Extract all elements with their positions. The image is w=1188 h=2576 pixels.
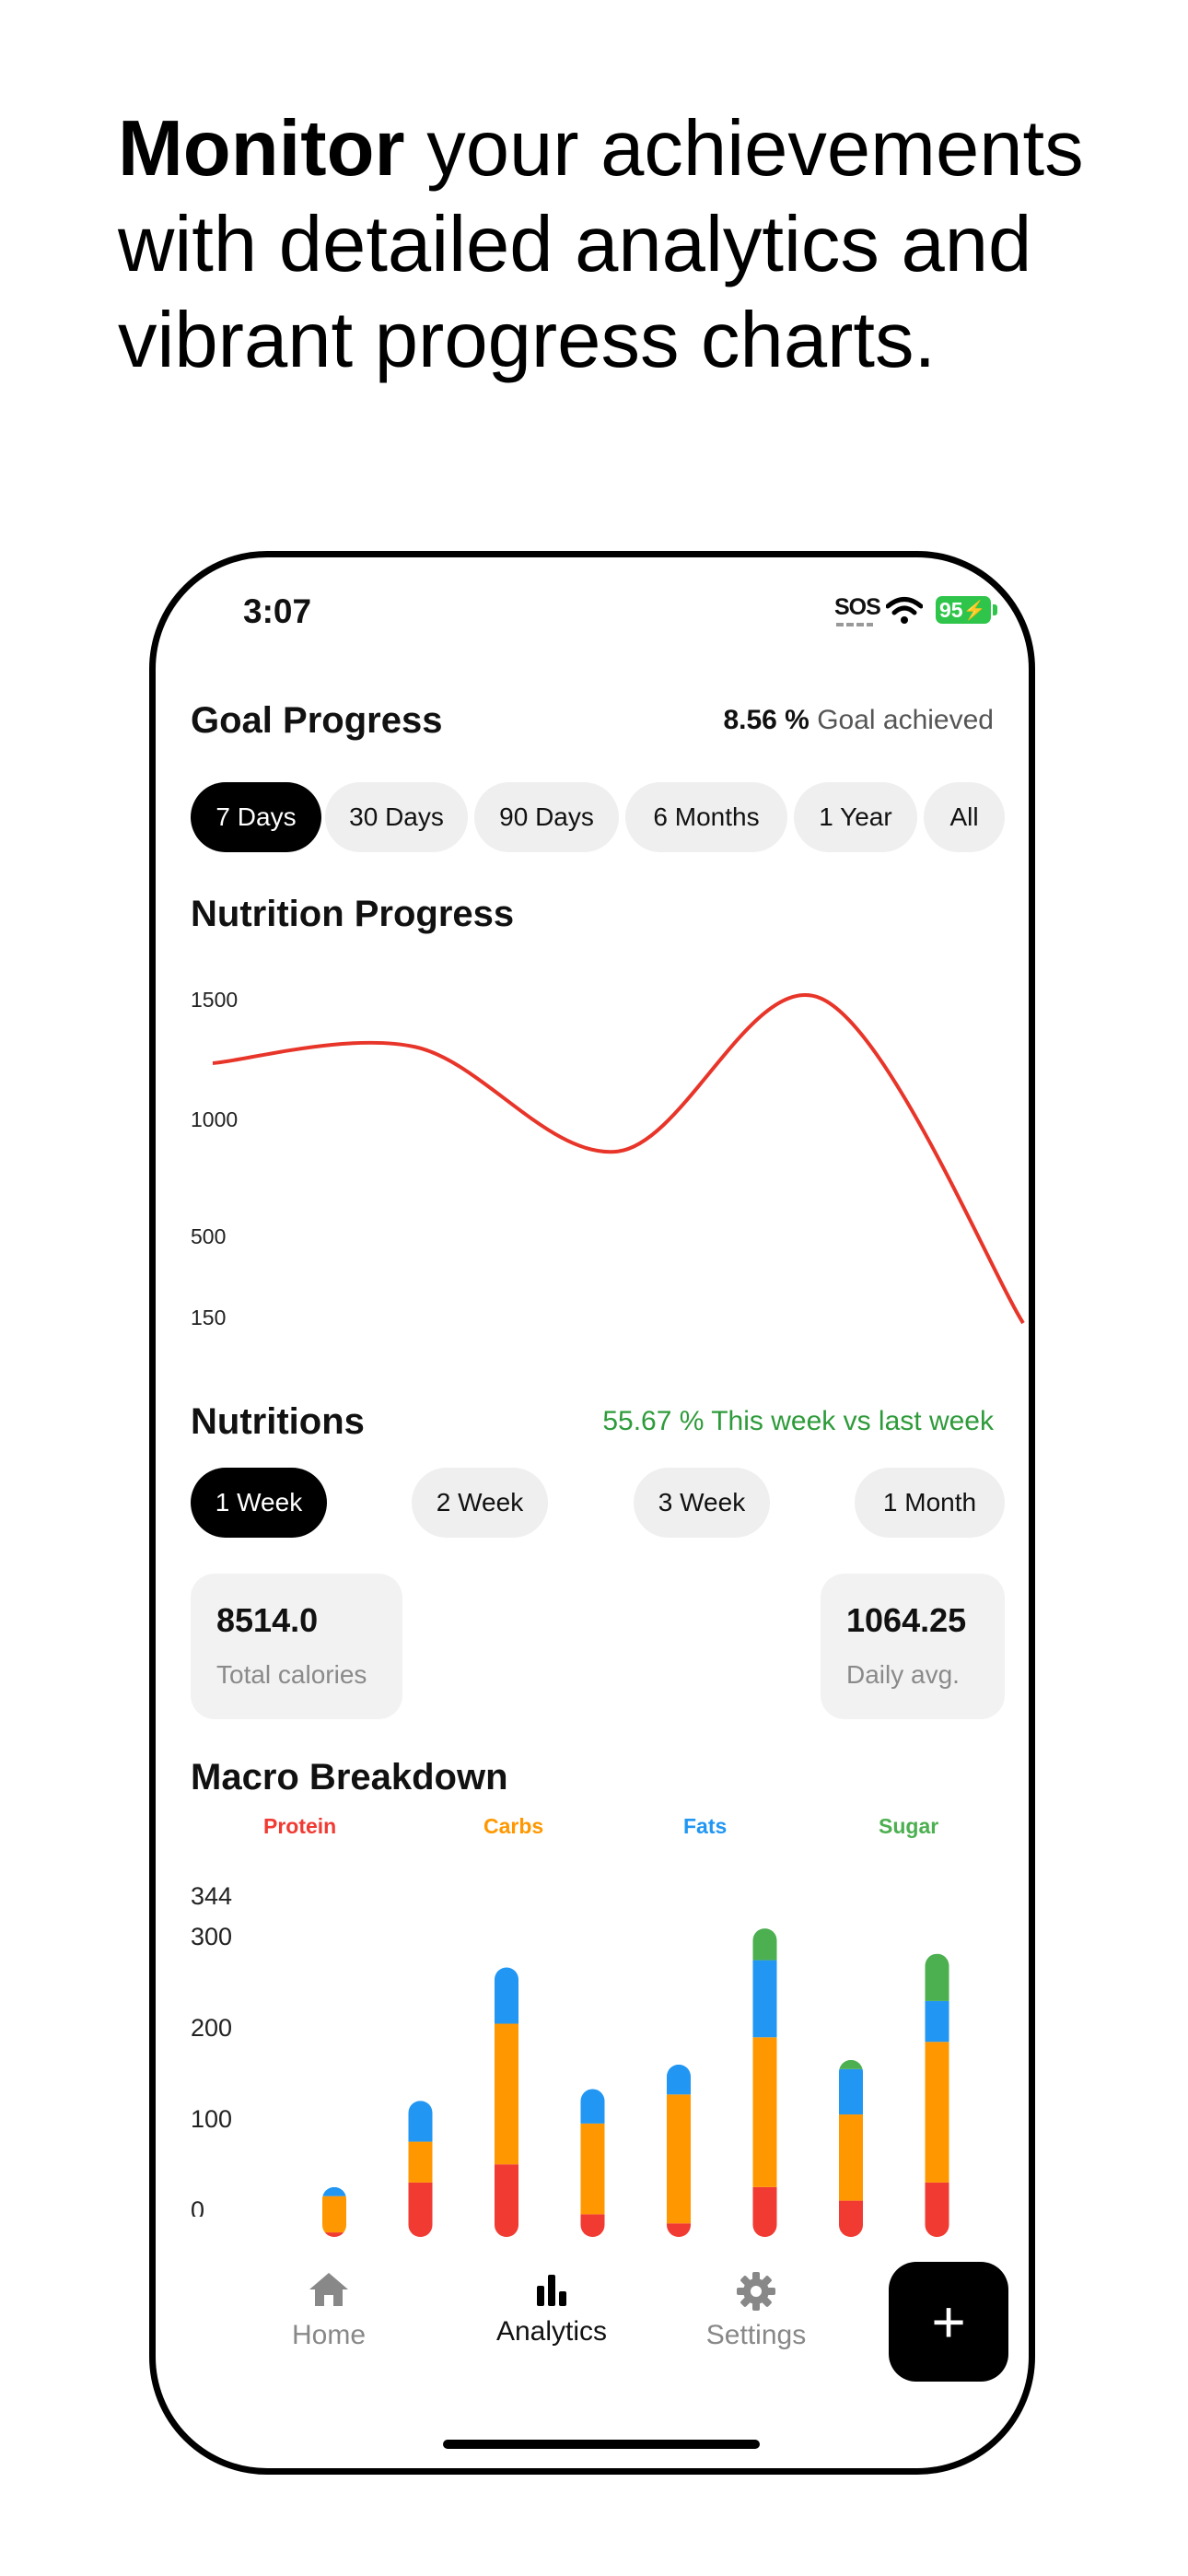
- macro-segment-protein: [408, 2182, 433, 2237]
- macro-segment-fats: [495, 1967, 518, 2024]
- macro-bar-8: [925, 1953, 949, 2237]
- gear-icon: [737, 2272, 775, 2311]
- macro-segment-protein: [580, 2214, 605, 2237]
- home-indicator: [443, 2440, 760, 2449]
- macro-segment-fats: [580, 2089, 605, 2124]
- plus-icon: +: [931, 2289, 966, 2355]
- macro-segment-carbs: [408, 2141, 433, 2183]
- phone-frame: 3:07 SOS 95 ⚡ Goal Progress 8.56 % Goal a…: [149, 551, 1035, 2475]
- macro-bar-2: [408, 2101, 433, 2237]
- macro-segment-fats: [322, 2186, 346, 2196]
- macro-segment-carbs: [752, 2037, 777, 2187]
- tab-settings[interactable]: Settings: [692, 2271, 821, 2351]
- macro-segment-fats: [839, 2068, 863, 2115]
- macro-segment-fats: [752, 1960, 777, 2038]
- macro-segment-sugar: [925, 1953, 949, 2001]
- bar-chart-icon: [537, 2275, 566, 2306]
- macro-segment-protein: [925, 2182, 949, 2237]
- macro-segment-protein: [752, 2186, 777, 2237]
- macro-segment-protein: [667, 2223, 691, 2237]
- macro-bar-6: [752, 1928, 777, 2237]
- macro-segment-protein: [495, 2164, 518, 2237]
- macro-segment-carbs: [322, 2195, 346, 2233]
- macro-segment-protein: [322, 2232, 346, 2237]
- tab-analytics-label: Analytics: [495, 2316, 608, 2347]
- macro-segment-sugar: [839, 2059, 863, 2069]
- macro-bar-3: [495, 1967, 518, 2237]
- home-icon: [309, 2273, 348, 2306]
- macro-bar-4: [580, 2089, 605, 2237]
- macro-bar-1: [322, 2186, 346, 2237]
- tab-home-label: Home: [291, 2320, 367, 2350]
- macro-bar-5: [667, 2064, 691, 2237]
- macro-segment-carbs: [580, 2123, 605, 2215]
- tab-analytics[interactable]: Analytics: [471, 2271, 633, 2348]
- tab-home[interactable]: Home: [281, 2271, 377, 2351]
- macro-bar-7: [839, 2059, 863, 2237]
- tab-settings-label: Settings: [705, 2320, 807, 2350]
- add-entry-button[interactable]: +: [889, 2262, 1008, 2382]
- macro-segment-carbs: [925, 2042, 949, 2183]
- macro-segment-protein: [839, 2200, 863, 2237]
- macro-segment-carbs: [839, 2114, 863, 2201]
- macro-segment-fats: [408, 2101, 433, 2142]
- headline: Monitor your achievements with detailed …: [118, 101, 1149, 389]
- macro-segment-fats: [667, 2064, 691, 2095]
- macro-segment-carbs: [495, 2023, 518, 2165]
- macro-bar-chart: [322, 1928, 949, 2237]
- headline-bold: Monitor: [118, 105, 405, 193]
- macro-segment-carbs: [667, 2094, 691, 2224]
- macro-segment-sugar: [752, 1928, 777, 1961]
- macro-segment-fats: [925, 2000, 949, 2043]
